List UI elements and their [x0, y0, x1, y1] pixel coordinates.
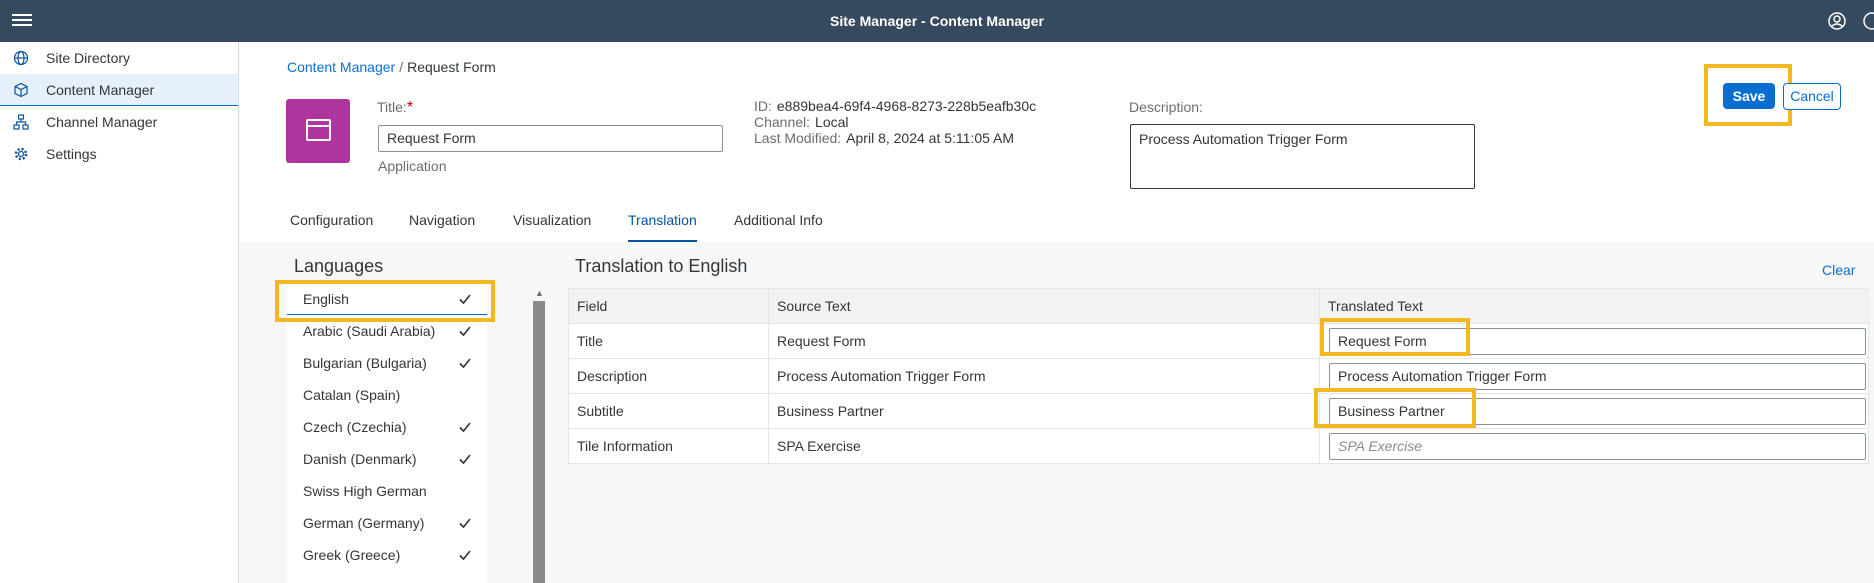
app-title: Site Manager - Content Manager — [830, 13, 1044, 29]
tab-visualization[interactable]: Visualization — [513, 205, 591, 243]
sidenav-item-settings[interactable]: Settings — [0, 138, 238, 170]
language-item-bulgarian[interactable]: Bulgarian (Bulgaria) — [287, 347, 487, 379]
tab-configuration[interactable]: Configuration — [290, 205, 373, 243]
title-translation-highlight-box — [1320, 318, 1470, 356]
languages-heading: Languages — [294, 256, 384, 276]
field-cell: Description — [569, 359, 769, 394]
checkmark-icon — [459, 518, 471, 529]
sidenav-label: Channel Manager — [46, 114, 158, 130]
description-label: Description: — [1129, 99, 1203, 115]
language-name: Czech (Czechia) — [303, 419, 407, 435]
table-row: Subtitle Business Partner Business Partn… — [569, 394, 1870, 429]
title-input[interactable]: Request Form — [378, 125, 723, 152]
field-cell: Tile Information — [569, 429, 769, 464]
tab-bar: Configuration Navigation Visualization T… — [240, 205, 1874, 243]
help-icon[interactable] — [1862, 11, 1874, 31]
table-row: Title Request Form Request Form — [569, 324, 1870, 359]
sidenav-label: Site Directory — [46, 50, 131, 66]
sidenav-label: Settings — [46, 146, 97, 162]
hierarchy-icon — [13, 114, 29, 130]
languages-list: English Arabic (Saudi Arabia) Bulgarian … — [287, 283, 487, 583]
channel-value: Local — [815, 114, 849, 130]
language-item-catalan[interactable]: Catalan (Spain) — [287, 379, 487, 411]
source-text-cell: Process Automation Trigger Form — [769, 359, 1320, 394]
language-item-german[interactable]: German (Germany) — [287, 507, 487, 539]
save-button[interactable]: Save — [1723, 83, 1775, 109]
translated-tile-information-input[interactable]: SPA Exercise — [1329, 433, 1866, 460]
language-item-swiss-high-german[interactable]: Swiss High German — [287, 475, 487, 507]
scroll-up-arrow-icon[interactable]: ▲ — [535, 288, 544, 298]
metadata-block: ID: e889bea4-69f4-4968-8273-228b5eafb30c … — [754, 98, 1036, 146]
english-highlight-box — [275, 280, 495, 322]
sidenav-item-channel-manager[interactable]: Channel Manager — [0, 106, 238, 138]
language-name: Bulgarian (Bulgaria) — [303, 355, 427, 371]
cancel-button[interactable]: Cancel — [1783, 83, 1841, 110]
app-type-label: Application — [378, 158, 447, 174]
checkmark-icon — [459, 326, 471, 337]
language-name: Greek (Greece) — [303, 547, 401, 563]
checkmark-icon — [459, 454, 471, 465]
field-cell: Subtitle — [569, 394, 769, 429]
source-text-cell: Request Form — [769, 324, 1320, 359]
id-label: ID: — [754, 98, 772, 114]
tab-navigation[interactable]: Navigation — [409, 205, 475, 243]
checkmark-icon — [459, 422, 471, 433]
tab-translation[interactable]: Translation — [628, 205, 697, 243]
required-mark: * — [406, 99, 414, 116]
translation-heading: Translation to English — [575, 256, 748, 276]
language-item-danish[interactable]: Danish (Denmark) — [287, 443, 487, 475]
source-text-cell: Business Partner — [769, 394, 1320, 429]
side-navigation: Site Directory Content Manager Channel M… — [0, 42, 239, 583]
language-name: Catalan (Spain) — [303, 387, 401, 403]
user-profile-icon[interactable] — [1827, 11, 1847, 31]
cube-icon — [14, 82, 28, 98]
source-text-cell: SPA Exercise — [769, 429, 1320, 464]
title-label: Title:* — [377, 99, 414, 116]
object-header: Content Manager / Request Form Title:* Req… — [240, 42, 1874, 243]
language-item-greek[interactable]: Greek (Greece) — [287, 539, 487, 571]
translated-description-input[interactable]: Process Automation Trigger Form — [1329, 363, 1866, 390]
breadcrumb-current: Request Form — [407, 59, 496, 75]
checkmark-icon — [459, 358, 471, 369]
id-value: e889bea4-69f4-4968-8273-228b5eafb30c — [776, 98, 1037, 114]
clear-link[interactable]: Clear — [1822, 262, 1855, 278]
language-name: German (Germany) — [303, 515, 425, 531]
globe-icon — [13, 50, 29, 66]
channel-label: Channel: — [754, 114, 811, 130]
breadcrumb-separator: / — [399, 59, 404, 75]
shell-bar: Site Manager - Content Manager — [0, 0, 1874, 42]
sidenav-label: Content Manager — [46, 82, 155, 98]
table-row: Description Process Automation Trigger F… — [569, 359, 1870, 394]
description-textarea[interactable]: Process Automation Trigger Form — [1130, 124, 1475, 189]
table-row: Tile Information SPA Exercise SPA Exerci… — [569, 429, 1870, 464]
breadcrumb: Content Manager / Request Form — [287, 59, 496, 75]
subtitle-translation-highlight-box — [1314, 388, 1476, 428]
last-modified-label: Last Modified: — [754, 130, 842, 146]
field-cell: Title — [569, 324, 769, 359]
translation-table: Field Source Text Translated Text Title … — [568, 288, 1870, 464]
tab-additional-info[interactable]: Additional Info — [734, 205, 823, 243]
gear-icon — [14, 147, 28, 161]
language-name: Swiss High German — [303, 483, 427, 499]
column-header-field: Field — [569, 289, 769, 324]
languages-scrollbar[interactable] — [533, 301, 545, 583]
checkmark-icon — [459, 550, 471, 561]
language-item-czech[interactable]: Czech (Czechia) — [287, 411, 487, 443]
last-modified-value: April 8, 2024 at 5:11:05 AM — [846, 130, 1015, 146]
translation-panel: Languages English Arabic (Saudi Arabia) … — [240, 242, 1874, 583]
language-name: Danish (Denmark) — [303, 451, 417, 467]
table-header-row: Field Source Text Translated Text — [569, 289, 1870, 324]
breadcrumb-link-content-manager[interactable]: Content Manager — [287, 59, 395, 75]
sidenav-item-site-directory[interactable]: Site Directory — [0, 42, 238, 74]
column-header-source-text: Source Text — [769, 289, 1320, 324]
sidenav-item-content-manager[interactable]: Content Manager — [0, 74, 238, 106]
application-icon — [286, 99, 350, 163]
